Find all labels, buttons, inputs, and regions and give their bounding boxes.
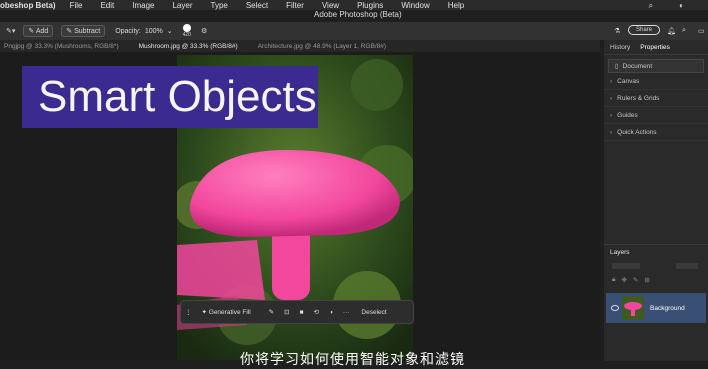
section-label: Guides (617, 111, 638, 119)
layers-panel: Layers 🔒︎ ✥ ✎ ⊞ Background (604, 244, 708, 361)
menu-file[interactable]: File (70, 1, 83, 10)
smart-objects-title: Smart Objects (22, 66, 318, 128)
menu-window[interactable]: Window (401, 1, 429, 10)
visibility-eye-icon[interactable] (611, 305, 619, 311)
control-center-icon[interactable]: ◐ (679, 1, 684, 11)
tab-pngjpg[interactable]: Pngjpg @ 33.3% (Mushrooms, RGB/8*) (4, 43, 119, 50)
flask-icon[interactable]: ⚗ (614, 27, 620, 35)
menu-plugins[interactable]: Plugins (357, 1, 383, 10)
menu-view[interactable]: View (322, 1, 339, 10)
layers-filter-row (604, 259, 708, 273)
menu-type[interactable]: Type (211, 1, 228, 10)
menu-select[interactable]: Select (246, 1, 268, 10)
drag-handle-icon[interactable]: ⋮ (185, 308, 192, 316)
video-subtitle: 你将学习如何使用智能对象和滤镜 (240, 351, 465, 367)
layers-title[interactable]: Layers (604, 245, 708, 259)
brush-icon[interactable]: ✎ (269, 308, 274, 316)
tab-mushroom[interactable]: Mushroom.jpg @ 33.3% (RGB/8#) (139, 43, 238, 50)
document-row[interactable]: ▯ Document (608, 59, 704, 73)
document-label: Document (622, 62, 653, 70)
options-toolbar: ✎▾ ✎ Add ✎ Subtract Opacity: 100% ⌄ 420 … (0, 22, 708, 40)
opacity-label: Opacity: (115, 27, 141, 35)
fill-icon[interactable]: ◑ (329, 309, 333, 316)
gear-icon[interactable]: ⚙ (201, 27, 207, 35)
window-title: Adobe Photoshop (Beta) (314, 10, 402, 19)
menu-bar: obeshop Beta) File Edit Image Layer Type… (0, 0, 708, 10)
section-guides[interactable]: › Guides (604, 107, 708, 124)
tab-architecture[interactable]: Architecture.jpg @ 48.9% (Layer 1, RGB/8… (258, 43, 386, 50)
menu-image[interactable]: Image (132, 1, 154, 10)
layer-thumbnail (622, 296, 644, 320)
subtract-label: Subtract (74, 28, 101, 35)
kind-filter[interactable] (612, 263, 640, 269)
mask-icon[interactable]: ■ (300, 309, 304, 316)
layer-name: Background (650, 304, 685, 312)
opacity-value[interactable]: 100% (145, 28, 163, 35)
section-label: Quick Actions (617, 128, 657, 136)
layers-lock-row: 🔒︎ ✥ ✎ ⊞ (604, 273, 708, 287)
panel-tabs: History Properties (604, 40, 708, 55)
brush-lock-icon[interactable]: ✎ (633, 276, 638, 284)
invert-icon[interactable]: ⟲ (314, 308, 319, 316)
brush-dot-icon (182, 23, 191, 32)
share-button[interactable]: Share (628, 25, 661, 35)
deselect-button[interactable]: Deselect (361, 309, 386, 316)
chevron-down-icon[interactable]: ⌄ (167, 27, 173, 35)
contextual-task-bar: ⋮ ✦ Generative Fill ✎ ⊡ ■ ⟲ ◑ ··· Desele… (180, 300, 414, 324)
tab-history[interactable]: History (610, 44, 630, 51)
more-options-icon[interactable]: ··· (343, 309, 350, 316)
menu-layer[interactable]: Layer (172, 1, 192, 10)
status-icons: ⌕ ◐ (649, 1, 702, 11)
brush-size-control[interactable]: 420 (182, 23, 191, 39)
section-quick-actions[interactable]: › Quick Actions (604, 124, 708, 141)
search-icon[interactable]: ⌕ (649, 1, 653, 11)
artboard-icon[interactable]: ⊞ (644, 276, 649, 284)
layer-background[interactable]: Background (606, 293, 706, 323)
add-label: Add (35, 28, 49, 35)
generative-fill-label: Generative Fill (208, 308, 251, 316)
app-menu[interactable]: obeshop Beta) (0, 1, 56, 10)
move-icon[interactable]: ✥ (621, 276, 626, 284)
selection-brush-icon[interactable]: ✎▾ (6, 27, 15, 35)
document-icon: ▯ (615, 63, 619, 70)
menu-help[interactable]: Help (448, 1, 464, 10)
thumbnail-mushroom (622, 296, 644, 320)
menu-filter[interactable]: Filter (286, 1, 304, 10)
tab-properties[interactable]: Properties (640, 44, 670, 51)
search-icon[interactable]: ⌕ (682, 27, 686, 35)
add-mode-button[interactable]: ✎ Add (23, 25, 54, 37)
modify-selection-icon[interactable]: ⊡ (284, 308, 289, 316)
chevron-right-icon: › (610, 94, 613, 102)
chevron-right-icon: › (610, 111, 613, 119)
brush-size-value: 420 (182, 31, 191, 38)
generative-fill-button[interactable]: ✦ Generative Fill (202, 308, 251, 317)
document-tabs: Pngjpg @ 33.3% (Mushrooms, RGB/8*) Mushr… (0, 40, 600, 52)
section-rulers[interactable]: › Rulers & Grids (604, 90, 708, 107)
chevron-right-icon: › (610, 128, 613, 136)
bell-icon[interactable]: 🔔︎ (667, 27, 676, 35)
section-label: Rulers & Grids (617, 94, 660, 102)
menu-edit[interactable]: Edit (100, 1, 114, 10)
section-label: Canvas (617, 77, 640, 85)
workspace-icon[interactable]: ▭ (698, 27, 705, 35)
section-canvas[interactable]: › Canvas (604, 73, 708, 90)
normal-blend[interactable] (676, 263, 698, 269)
lock-icon[interactable]: 🔒︎ (612, 276, 615, 284)
subtract-mode-button[interactable]: ✎ Subtract (61, 25, 106, 37)
chevron-right-icon: › (610, 77, 613, 85)
